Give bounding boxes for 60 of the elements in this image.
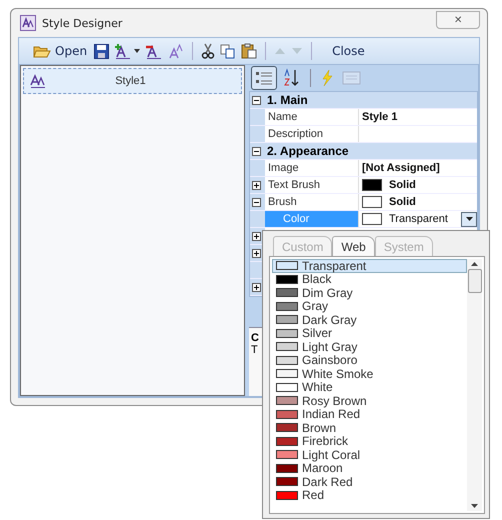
color-item[interactable]: Dark Gray [272,313,467,326]
property-value: Transparent [389,213,448,225]
scroll-thumb[interactable] [468,269,482,293]
property-value: Solid [389,196,416,208]
folder-icon [33,44,51,58]
color-item[interactable]: Light Gray [272,340,467,354]
expand-icon[interactable] [252,232,261,240]
close-button[interactable]: Close [330,44,367,58]
picker-tab[interactable]: Web [332,236,375,256]
style-icon [30,74,46,88]
save-icon[interactable] [94,44,110,58]
category-label: 2. Appearance [267,144,349,158]
color-item[interactable]: Light Coral [272,448,467,462]
font-style-icon[interactable] [168,43,184,59]
color-item[interactable]: Maroon [272,462,467,475]
color-item[interactable]: Silver [272,326,467,340]
window-title: Style Designer [42,16,122,30]
add-style-icon[interactable] [114,43,132,59]
property-name[interactable]: Text Brush [265,177,359,193]
caret-icon[interactable] [134,49,140,53]
color-item[interactable]: Transparent [272,259,467,272]
color-swatch [276,261,298,270]
category-label: 1. Main [267,93,308,107]
collapse-icon[interactable] [252,146,261,156]
property-value: Style 1 [362,111,398,123]
categorized-icon[interactable] [251,66,277,90]
paste-icon[interactable] [241,43,258,59]
copy-icon[interactable] [220,44,236,58]
scroll-up-icon[interactable] [471,262,478,266]
color-item[interactable]: Black [272,272,467,286]
description-title: C [251,332,259,344]
expand-icon[interactable] [252,248,261,258]
property-value: [Not Assigned] [362,162,440,174]
color-item[interactable]: Dark Red [272,475,467,488]
property-value: Solid [389,179,416,191]
description-text: T [251,344,258,356]
color-item[interactable]: Red [272,488,467,502]
style-icon [20,15,36,31]
expand-icon[interactable] [252,282,261,292]
expand-icon[interactable] [252,180,261,190]
remove-style-icon[interactable] [145,43,164,59]
scrollbar[interactable] [467,259,482,511]
color-item[interactable]: Gainsboro [272,354,467,367]
color-item[interactable]: White Smoke [272,367,467,380]
color-item[interactable]: Indian Red [272,408,467,421]
caret-icon [466,217,472,221]
close-button[interactable]: ✕ [436,11,480,29]
color-item[interactable]: White [272,380,467,394]
style-item[interactable]: Style1 [23,68,242,94]
color-item[interactable]: Gray [272,300,467,313]
color-item[interactable]: Rosy Brown [272,394,467,408]
collapse-icon[interactable] [252,198,261,206]
color-item[interactable]: Brown [272,421,467,434]
scroll-down-icon[interactable] [471,504,478,508]
cut-icon[interactable] [201,43,216,59]
color-item[interactable]: Firebrick [272,434,467,448]
color-item[interactable]: Dim Gray [272,286,467,300]
open-button[interactable]: Open [31,44,90,58]
dropdown-button[interactable] [461,212,477,226]
collapse-icon[interactable] [252,96,261,104]
